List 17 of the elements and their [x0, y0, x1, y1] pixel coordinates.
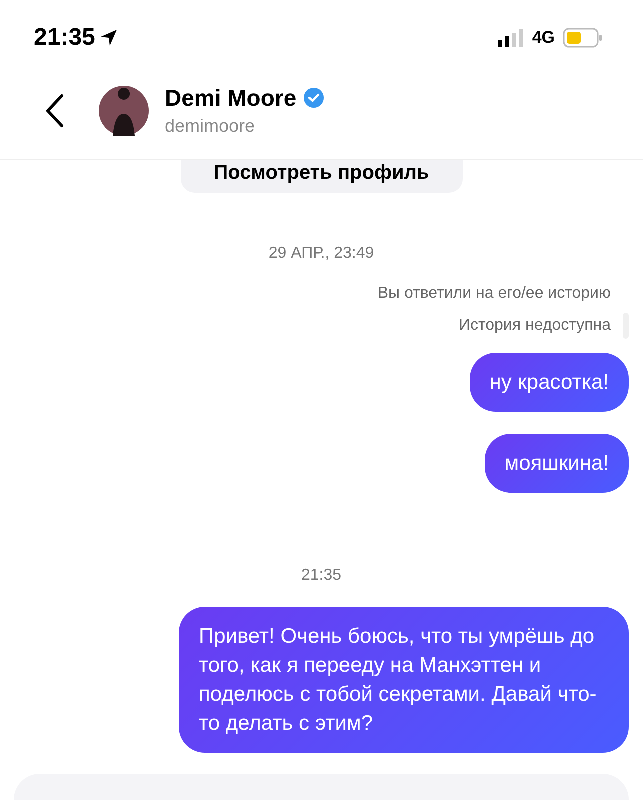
clock-time: 21:35	[34, 24, 96, 52]
timestamp: 29 АПР., 23:49	[268, 245, 374, 263]
view-profile-button[interactable]: Посмотреть профиль	[180, 160, 462, 193]
sent-message-bubble: мояшкина!	[484, 434, 629, 493]
reply-note: Вы ответили на его/ее историю	[378, 285, 611, 303]
back-icon[interactable]	[44, 92, 66, 128]
timestamp: 21:35	[301, 567, 342, 585]
contact-username: demimoore	[165, 116, 256, 136]
contact-name: Demi Moore	[165, 84, 297, 112]
sent-message-bubble: Привет! Очень боюсь, что ты умрёшь до того, как я перееду на Манхэттен и поделюсь с тобой секретами. Давай что-то делать с этим?	[179, 607, 629, 753]
location-arrow-icon	[99, 28, 120, 48]
avatar[interactable]	[99, 86, 149, 136]
sent-message-bubble: ну красотка!	[470, 353, 629, 412]
battery-icon	[563, 28, 603, 48]
network-label: 4G	[532, 28, 555, 48]
story-unavailable-label: История недоступна	[458, 317, 611, 335]
signal-icon	[498, 29, 524, 47]
